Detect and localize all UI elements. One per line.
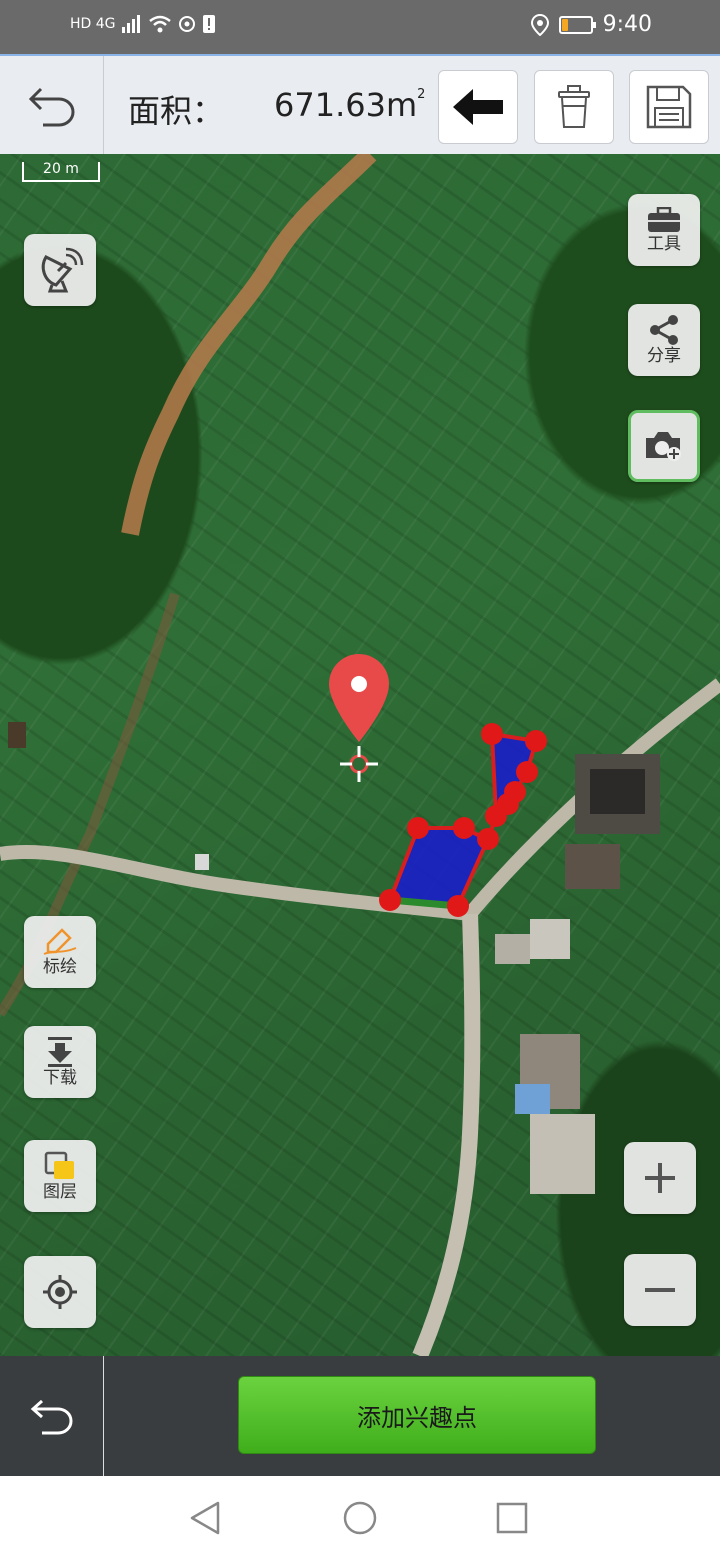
area-label: 面积：	[128, 92, 225, 130]
area-readout: 671.63m2	[274, 86, 425, 124]
delete-button[interactable]	[534, 70, 614, 144]
floppy-save-icon	[646, 85, 692, 129]
my-location-button[interactable]	[24, 1256, 96, 1328]
zoom-in-button[interactable]	[624, 1142, 696, 1214]
layers-button[interactable]: 图层	[24, 1140, 96, 1212]
vertical-road	[412, 913, 481, 1356]
nav-home-icon[interactable]	[342, 1500, 378, 1536]
bottom-action-bar: 添加兴趣点	[0, 1356, 720, 1476]
camera-add-icon	[646, 432, 681, 461]
area-unit-base: m	[385, 86, 418, 124]
network-indicator: HD 4G	[70, 16, 116, 32]
toolbox-icon	[648, 207, 680, 232]
satellite-map[interactable]: 20 m 标绘 下载 图层 工具 分享	[0, 154, 720, 1356]
crosshair-icon	[340, 746, 378, 782]
undo-icon	[28, 87, 75, 127]
save-button[interactable]	[629, 70, 709, 144]
area-unit: m2	[386, 86, 425, 124]
zoom-out-button[interactable]	[624, 1254, 696, 1326]
share-button[interactable]: 分享	[628, 304, 700, 376]
location-icon	[530, 13, 549, 36]
dirt-road	[121, 154, 377, 536]
tools-label: 工具	[647, 234, 681, 254]
add-poi-button[interactable]: 添加兴趣点	[238, 1376, 596, 1454]
share-icon	[650, 315, 678, 345]
system-nav-bar	[0, 1476, 720, 1560]
bottom-undo-button[interactable]	[0, 1356, 104, 1476]
undo-button[interactable]	[0, 56, 104, 154]
undo-icon	[30, 1399, 73, 1435]
back-point-button[interactable]	[438, 70, 518, 144]
minus-icon	[645, 1288, 675, 1292]
map-scale: 20 m	[22, 162, 100, 182]
locate-icon	[43, 1275, 77, 1309]
wifi-icon	[148, 15, 171, 33]
battery-icon	[558, 15, 596, 34]
map-pin-icon	[329, 654, 389, 742]
nav-back-icon[interactable]	[188, 1500, 222, 1536]
scale-label: 20 m	[43, 161, 79, 177]
alert-icon	[202, 15, 215, 33]
plus-icon	[645, 1163, 675, 1193]
nav-recents-icon[interactable]	[496, 1502, 528, 1534]
area-unit-exponent: 2	[417, 87, 426, 102]
download-label: 下载	[43, 1068, 77, 1088]
draw-button[interactable]: 标绘	[24, 916, 96, 988]
share-label: 分享	[647, 346, 681, 366]
pencil-icon	[43, 928, 77, 955]
status-icons: HD 4G	[70, 14, 216, 34]
satellite-toggle-button[interactable]	[24, 234, 96, 306]
draw-label: 标绘	[43, 957, 77, 977]
area-value: 671.63	[274, 86, 386, 124]
download-button[interactable]: 下载	[24, 1026, 96, 1098]
measure-toolbar: 面积： 671.63m2	[0, 54, 720, 154]
arrow-left-icon	[453, 89, 503, 125]
camera-button[interactable]	[628, 410, 700, 482]
signal-icon	[121, 15, 140, 33]
map-overlay	[0, 154, 720, 1356]
layers-icon	[44, 1151, 74, 1179]
layers-label: 图层	[43, 1182, 77, 1202]
status-bar: HD 4G 9:40	[0, 0, 720, 54]
clock: 9:40	[602, 12, 652, 37]
tools-button[interactable]: 工具	[628, 194, 700, 266]
battery-level	[561, 18, 568, 31]
sync-icon	[178, 16, 195, 32]
download-icon	[48, 1037, 72, 1067]
trash-icon	[558, 85, 590, 128]
satellite-dish-icon	[41, 247, 84, 293]
status-right: 9:40	[530, 12, 652, 37]
